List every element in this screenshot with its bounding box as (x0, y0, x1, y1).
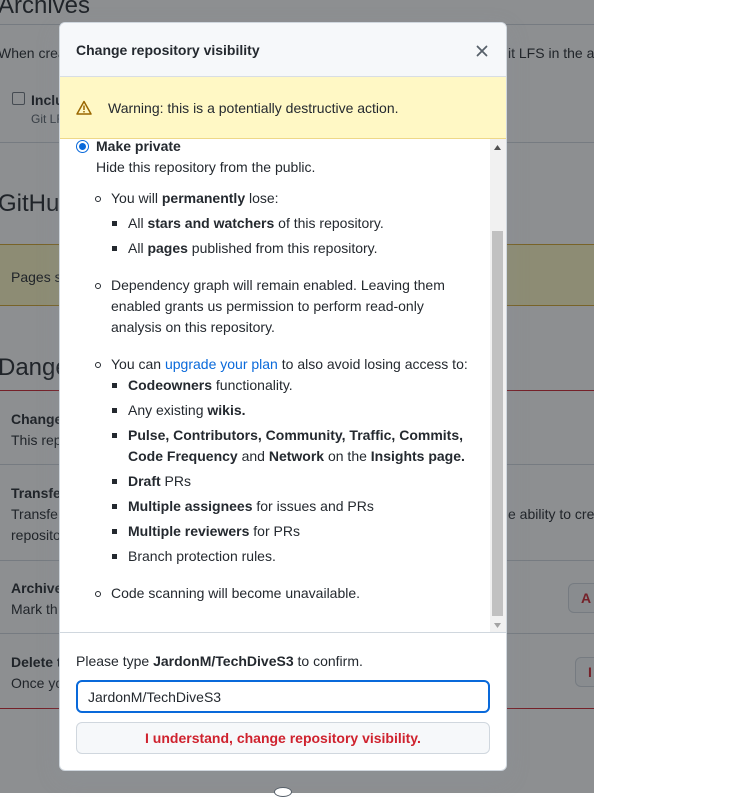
list-bullet (112, 408, 117, 413)
dialog-title: Change repository visibility (76, 42, 260, 58)
close-button[interactable] (471, 40, 493, 62)
list-item-lose: You will permanently lose: (111, 190, 279, 206)
list-item-dependency-line1: Dependency graph will remain enabled. Le… (111, 277, 445, 293)
list-bullet (112, 221, 117, 226)
list-item-branch-protection: Branch protection rules. (128, 548, 276, 564)
close-icon (476, 45, 488, 57)
list-item-assignees: Multiple assignees for issues and PRs (128, 498, 374, 514)
make-private-label[interactable]: Make private (96, 139, 181, 154)
list-item-dependency-line3: analysis on this repository. (111, 319, 275, 335)
list-item-wikis: Any existing wikis. (128, 402, 246, 418)
make-private-radio[interactable] (76, 140, 89, 153)
confirm-change-visibility-button[interactable]: I understand, change repository visibili… (76, 722, 490, 754)
list-bullet (112, 529, 117, 534)
list-bullet (95, 283, 101, 289)
list-bullet (112, 383, 117, 388)
warning-text: Warning: this is a potentially destructi… (108, 100, 399, 116)
list-item-stars: All stars and watchers of this repositor… (128, 215, 384, 231)
list-bullet (112, 504, 117, 509)
list-item-codeowners: Codeowners functionality. (128, 377, 293, 393)
make-private-desc: Hide this repository from the public. (96, 159, 316, 175)
upgrade-plan-link[interactable]: upgrade your plan (165, 356, 278, 372)
list-bullet (112, 479, 117, 484)
list-item-dependency-line2: enabled grants us permission to perform … (111, 298, 424, 314)
alert-icon (76, 100, 92, 115)
list-bullet (95, 591, 101, 597)
list-bullet (95, 362, 101, 368)
list-bullet (95, 196, 101, 202)
list-item-insights-line1: Pulse, Contributors, Community, Traffic,… (128, 427, 463, 443)
list-bullet (112, 554, 117, 559)
dialog-scroll-area[interactable]: Make private Hide this repository from t… (60, 139, 506, 633)
list-bullet (112, 246, 117, 251)
repo-name: JardonM/TechDiveS3 (153, 653, 294, 669)
dialog-header: Change repository visibility (60, 23, 506, 77)
list-item-pages: All pages published from this repository… (128, 240, 378, 256)
list-item-code-scanning: Code scanning will become unavailable. (111, 585, 361, 601)
confirm-repo-name-input[interactable] (76, 680, 490, 713)
list-bullet (112, 433, 117, 438)
change-visibility-dialog: Change repository visibility Warning: th… (59, 22, 507, 771)
list-item-insights-line2: Code Frequency and Network on the Insigh… (128, 448, 465, 464)
scroll-down-arrow[interactable] (492, 619, 503, 631)
scroll-up-arrow[interactable] (492, 141, 503, 153)
list-item-upgrade: You can upgrade your plan to also avoid … (111, 356, 468, 372)
scrollbar-thumb[interactable] (492, 231, 503, 616)
warning-flash: Warning: this is a potentially destructi… (60, 77, 506, 139)
list-item-draft-prs: Draft PRs (128, 473, 192, 489)
confirm-instructions: Please type JardonM/TechDiveS3 to confir… (76, 653, 363, 669)
bottom-circle (274, 787, 292, 797)
list-item-reviewers: Multiple reviewers for PRs (128, 523, 300, 539)
